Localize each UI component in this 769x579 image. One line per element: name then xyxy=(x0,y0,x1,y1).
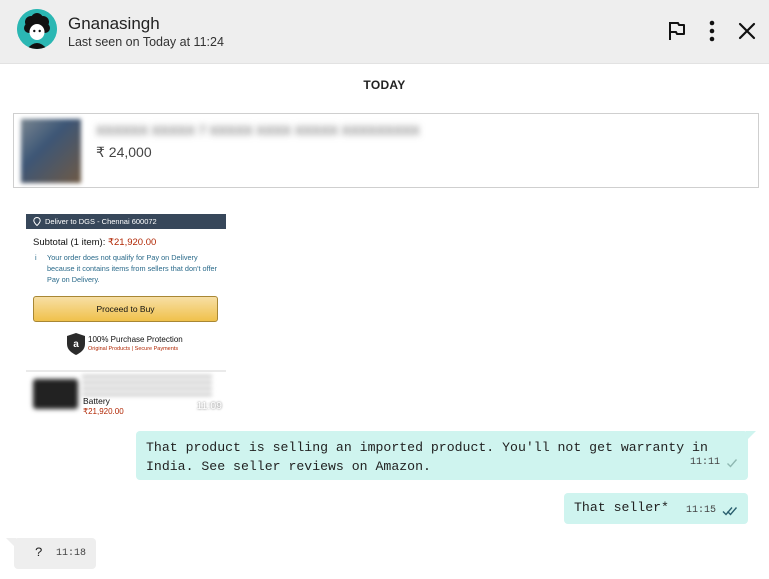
report-button[interactable] xyxy=(664,18,690,44)
message-text: ? xyxy=(35,545,43,560)
message-time: 11:11 xyxy=(689,457,720,468)
info-icon: i xyxy=(35,253,37,262)
more-options-button[interactable] xyxy=(699,18,725,44)
outgoing-message[interactable]: That seller* 11:15 xyxy=(564,493,748,524)
close-chat-button[interactable] xyxy=(734,18,760,44)
deliver-to-text: Deliver to DGS - Chennai 600072 xyxy=(45,217,157,226)
svg-text:a: a xyxy=(73,339,79,350)
message-time: 11:15 xyxy=(685,505,716,516)
message-meta: 11:11 xyxy=(690,453,738,472)
item-price: ₹21,920.00 xyxy=(83,407,124,415)
subtotal-label: Subtotal (1 item): xyxy=(33,237,106,248)
message-text: That product is selling an imported prod… xyxy=(146,440,708,474)
incoming-message[interactable]: ? 11:18 xyxy=(6,538,96,569)
amazon-shield-icon: a xyxy=(67,333,85,355)
item-thumbnail xyxy=(33,379,78,409)
double-check-icon xyxy=(722,506,738,516)
close-icon xyxy=(738,22,756,40)
contact-name: Gnanasingh xyxy=(68,14,160,33)
day-separator: TODAY xyxy=(363,78,406,92)
contact-avatar[interactable] xyxy=(17,9,57,49)
message-text: That seller* xyxy=(574,500,669,515)
message-time: 11:09 xyxy=(196,400,223,412)
deliver-to-bar: Deliver to DGS - Chennai 600072 xyxy=(26,214,226,229)
message-meta: 11:15 xyxy=(686,505,738,516)
note-text: Your order does not qualify for Pay on D… xyxy=(47,253,217,284)
avatar-icon xyxy=(17,9,57,49)
divider xyxy=(26,370,226,372)
more-vertical-icon xyxy=(709,20,715,42)
message-time: 11:18 xyxy=(56,548,87,559)
image-message[interactable]: Deliver to DGS - Chennai 600072 Subtotal… xyxy=(26,214,226,415)
protection-subtitle: Original Products | Secure Payments xyxy=(88,346,179,352)
protection-title: 100% Purchase Protection xyxy=(88,335,183,344)
single-check-icon xyxy=(727,458,738,468)
item-name: Battery xyxy=(83,396,110,406)
last-seen-status: Last seen on Today at 11:24 xyxy=(68,35,224,49)
product-card[interactable]: XXXXXX XXXXX 7 XXXXX XXXX XXXXX XXXXXXXX… xyxy=(13,113,759,188)
bubble-tail xyxy=(746,431,756,441)
product-title: XXXXXX XXXXX 7 XXXXX XXXX XXXXX XXXXXXXX… xyxy=(96,123,420,138)
subtotal: Subtotal (1 item): ₹21,920.00 xyxy=(33,237,156,248)
subtotal-amount: ₹21,920.00 xyxy=(107,237,157,248)
outgoing-message[interactable]: That product is selling an imported prod… xyxy=(136,431,756,480)
proceed-to-buy-button: Proceed to Buy xyxy=(33,296,218,322)
purchase-protection-badge: a 100% Purchase Protection Original Prod… xyxy=(66,332,206,360)
flag-icon xyxy=(669,22,685,40)
product-price: ₹ 24,000 xyxy=(96,144,152,160)
item-title-blurred xyxy=(82,375,212,397)
bubble-tail xyxy=(6,538,16,548)
product-thumbnail xyxy=(21,119,81,183)
pay-on-delivery-note: i Your order does not qualify for Pay on… xyxy=(33,252,219,285)
location-pin-icon xyxy=(33,217,41,226)
chat-header: Gnanasingh Last seen on Today at 11:24 xyxy=(0,0,769,64)
